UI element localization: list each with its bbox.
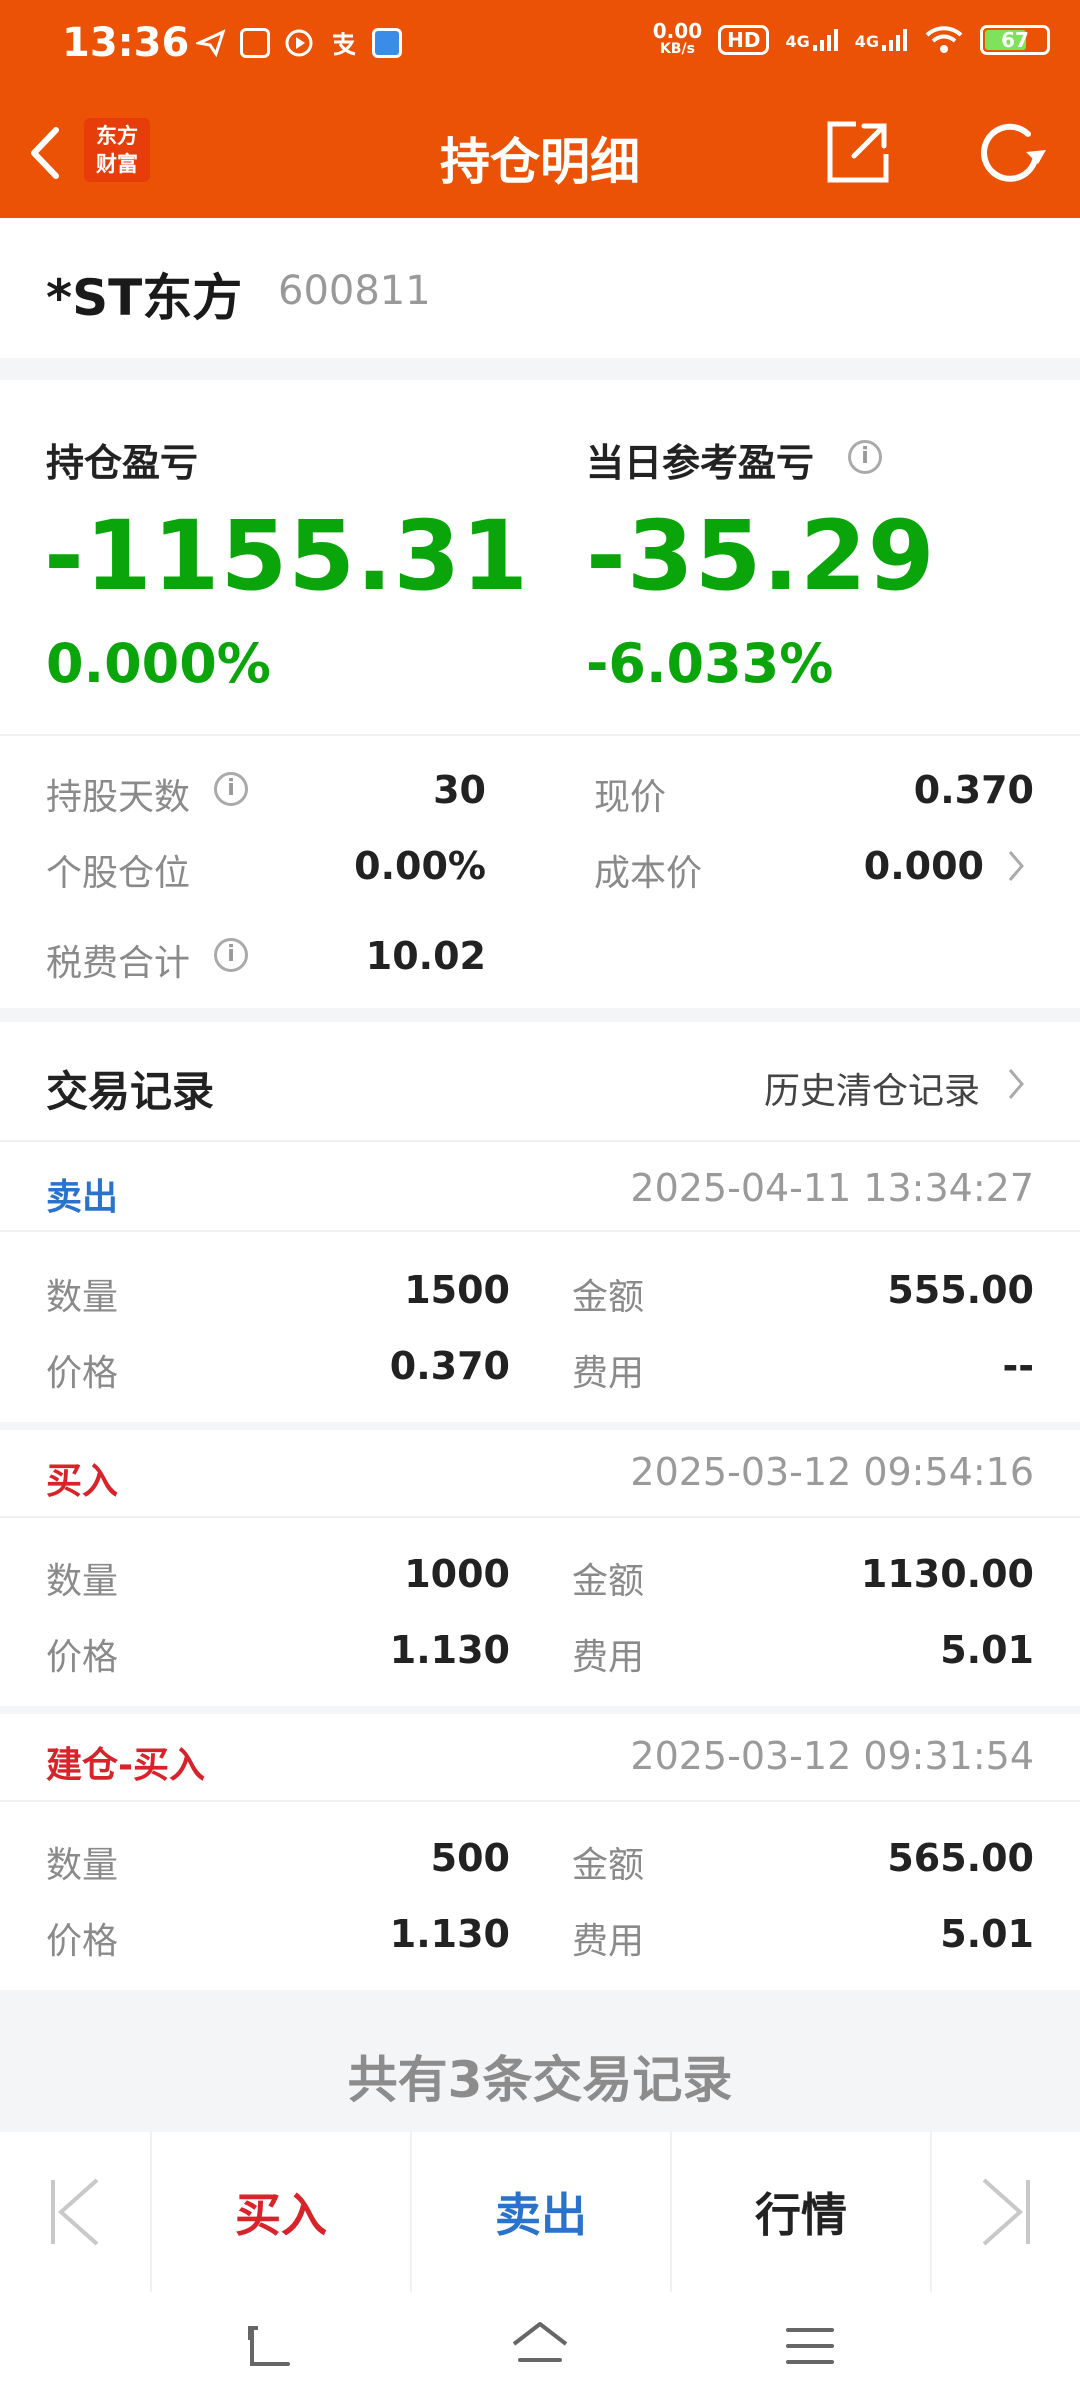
price-value: 0.370	[389, 1344, 510, 1388]
chevron-right-icon[interactable]	[1004, 846, 1028, 886]
net-speed: 0.00 KB/s	[652, 19, 703, 57]
amount-label: 金额	[572, 1561, 645, 1602]
amount-label: 金额	[572, 1845, 645, 1886]
qty-value: 1500	[404, 1268, 510, 1312]
daily-pnl-value: -35.29	[586, 500, 936, 612]
divider	[0, 1516, 1080, 1518]
hold-pnl-pct: 0.000%	[46, 632, 271, 695]
page-title: 持仓明细	[440, 133, 640, 191]
play-icon	[285, 29, 313, 57]
system-nav-bar	[0, 2292, 1080, 2408]
history-clear-link[interactable]: 历史清仓记录	[700, 1062, 980, 1114]
sell-button[interactable]: 卖出	[410, 2132, 670, 2292]
price-label: 价格	[46, 1353, 119, 1394]
wifi-icon	[925, 26, 963, 53]
info-icon[interactable]: i	[848, 440, 882, 474]
section-gap	[0, 1706, 1080, 1714]
qty-value: 1000	[404, 1552, 510, 1596]
signal-sim1: 4G	[785, 29, 838, 51]
record-type: 买入	[46, 1461, 119, 1502]
record-time: 2025-03-12 09:54:16	[630, 1450, 1034, 1494]
signal-bars-icon	[812, 29, 838, 51]
prev-stock-button[interactable]	[0, 2132, 150, 2292]
position-value: 0.00%	[354, 844, 486, 888]
days-value: 30	[433, 768, 486, 812]
qty-label: 数量	[46, 1277, 119, 1318]
qty-value: 500	[430, 1836, 510, 1880]
position-label: 个股仓位	[46, 853, 191, 894]
fee-value: 5.01	[940, 1628, 1034, 1672]
stock-code: 600811	[278, 268, 431, 314]
record-time: 2025-03-12 09:31:54	[630, 1734, 1034, 1778]
fee-value: 10.02	[365, 934, 486, 978]
alipay-icon	[333, 32, 356, 56]
status-notification-icons	[196, 26, 402, 60]
record-type: 卖出	[46, 1177, 119, 1218]
fee-label: 费用	[572, 1637, 645, 1678]
fee-value: 5.01	[940, 1912, 1034, 1956]
bottom-action-bar: 买入 卖出 行情	[0, 2132, 1080, 2292]
fee-label: 费用	[572, 1353, 645, 1394]
back-nav-icon[interactable]	[244, 2320, 296, 2372]
amount-label: 金额	[572, 1277, 645, 1318]
cost-value[interactable]: 0.000	[780, 844, 984, 888]
stock-name: *ST东方	[46, 269, 243, 327]
record-type: 建仓-买入	[46, 1745, 205, 1786]
share-icon[interactable]	[824, 118, 892, 186]
cost-label: 成本价	[594, 853, 703, 894]
price-label: 价格	[46, 1921, 119, 1962]
amount-value: 565.00	[887, 1836, 1034, 1880]
status-time: 13:36	[62, 20, 190, 66]
divider	[0, 1800, 1080, 1802]
divider	[0, 1140, 1080, 1142]
fee-label: 税费合计	[46, 943, 191, 984]
record-time: 2025-04-11 13:34:27	[630, 1166, 1034, 1210]
status-system-icons: 0.00 KB/s HD 4G 4G 67	[652, 19, 1050, 58]
amount-value: 1130.00	[860, 1552, 1034, 1596]
daily-pnl-pct: -6.033%	[586, 632, 834, 695]
divider	[0, 1230, 1080, 1232]
price-label: 价格	[46, 1637, 119, 1678]
price-value: 1.130	[389, 1628, 510, 1672]
skip-next-icon	[982, 2178, 1030, 2246]
section-gap	[0, 1422, 1080, 1430]
daily-pnl-label: 当日参考盈亏	[586, 441, 815, 485]
skip-previous-icon	[51, 2178, 99, 2246]
amount-value: 555.00	[887, 1268, 1034, 1312]
chevron-right-icon[interactable]	[1004, 1064, 1028, 1104]
card-icon	[240, 28, 270, 58]
paper-plane-icon	[196, 29, 226, 58]
info-icon[interactable]: i	[214, 772, 248, 806]
price-label: 现价	[594, 777, 667, 818]
qty-label: 数量	[46, 1561, 119, 1602]
fee-value: --	[1002, 1344, 1034, 1388]
price-value: 0.370	[913, 768, 1034, 812]
home-nav-icon[interactable]	[510, 2318, 570, 2374]
menu-nav-icon[interactable]	[784, 2320, 836, 2372]
hd-badge: HD	[718, 25, 770, 55]
trade-records-title: 交易记录	[46, 1067, 215, 1116]
trade-count-summary: 共有3条交易记录	[347, 2051, 733, 2109]
signal-sim2: 4G	[855, 29, 908, 51]
market-button[interactable]: 行情	[670, 2132, 930, 2292]
hold-pnl-label: 持仓盈亏	[46, 441, 199, 485]
refresh-icon[interactable]	[976, 118, 1048, 190]
battery-icon: 67	[980, 25, 1050, 55]
fee-label: 费用	[572, 1921, 645, 1962]
price-value: 1.130	[389, 1912, 510, 1956]
divider	[0, 734, 1080, 736]
next-stock-button[interactable]	[930, 2132, 1080, 2292]
buy-button[interactable]: 买入	[150, 2132, 410, 2292]
signal-bars-icon	[882, 29, 907, 51]
stock-header: *ST东方 600811	[0, 218, 1080, 358]
browser-icon	[372, 28, 402, 58]
info-icon[interactable]: i	[214, 938, 248, 972]
days-label: 持股天数	[46, 777, 191, 818]
hold-pnl-value: -1155.31	[44, 500, 530, 612]
qty-label: 数量	[46, 1845, 119, 1886]
